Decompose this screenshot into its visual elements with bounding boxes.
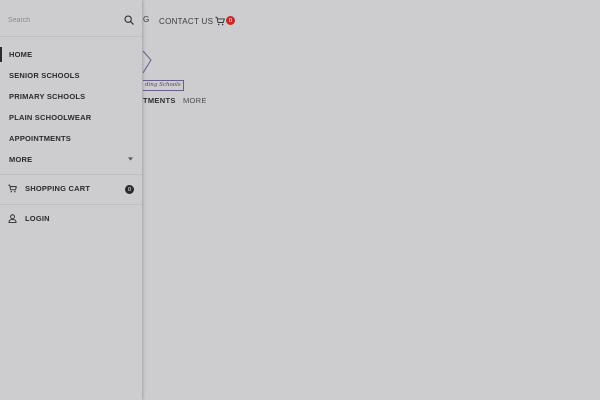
- menu-item-senior-schools[interactable]: SENIOR SCHOOLS: [0, 65, 142, 86]
- logo-partial[interactable]: [143, 50, 153, 74]
- menu-item-primary-schools[interactable]: PRIMARY SCHOOLS: [0, 86, 142, 107]
- mobile-menu-drawer: HOME SENIOR SCHOOLS PRIMARY SCHOOLS PLAI…: [0, 0, 142, 400]
- user-icon: [8, 214, 17, 223]
- menu-item-appointments[interactable]: APPOINTMENTS: [0, 128, 142, 149]
- menu-divider: [0, 174, 142, 175]
- search-input[interactable]: [8, 11, 118, 29]
- header-cart-count-badge: 0: [226, 16, 235, 25]
- menu-item-label: SENIOR SCHOOLS: [9, 71, 80, 80]
- drawer-menu: HOME SENIOR SCHOOLS PRIMARY SCHOOLS PLAI…: [0, 44, 142, 170]
- search-bar: [0, 0, 142, 37]
- login-link[interactable]: LOGIN: [0, 208, 142, 230]
- menu-divider: [0, 204, 142, 205]
- menu-item-label: HOME: [9, 50, 33, 59]
- shopping-cart-label: SHOPPING CART: [25, 184, 91, 193]
- header-cart-icon[interactable]: [215, 16, 225, 26]
- menu-item-label: APPOINTMENTS: [9, 134, 71, 143]
- search-icon[interactable]: [124, 15, 134, 25]
- cart-count-badge: 0: [125, 185, 134, 194]
- menu-item-home[interactable]: HOME: [0, 44, 142, 65]
- menu-item-more[interactable]: MORE: [0, 149, 142, 170]
- shopping-cart-link[interactable]: SHOPPING CART 0: [0, 178, 142, 200]
- menu-item-label: PLAIN SCHOOLWEAR: [9, 113, 92, 122]
- nav-item-partial[interactable]: G: [143, 15, 149, 24]
- menu-item-plain-schoolwear[interactable]: PLAIN SCHOOLWEAR: [0, 107, 142, 128]
- nav-contact-us[interactable]: CONTACT US: [159, 17, 213, 26]
- shopping-cart-icon: [8, 184, 17, 193]
- logo-tagline: ding Schools: [143, 80, 184, 91]
- menu-item-label: PRIMARY SCHOOLS: [9, 92, 86, 101]
- menu-item-label: MORE: [9, 155, 33, 164]
- nav-tab-more[interactable]: MORE: [183, 96, 207, 105]
- login-label: LOGIN: [25, 214, 50, 223]
- nav-tab-appointments-partial[interactable]: TMENTS: [143, 96, 176, 105]
- chevron-down-icon[interactable]: [128, 157, 133, 161]
